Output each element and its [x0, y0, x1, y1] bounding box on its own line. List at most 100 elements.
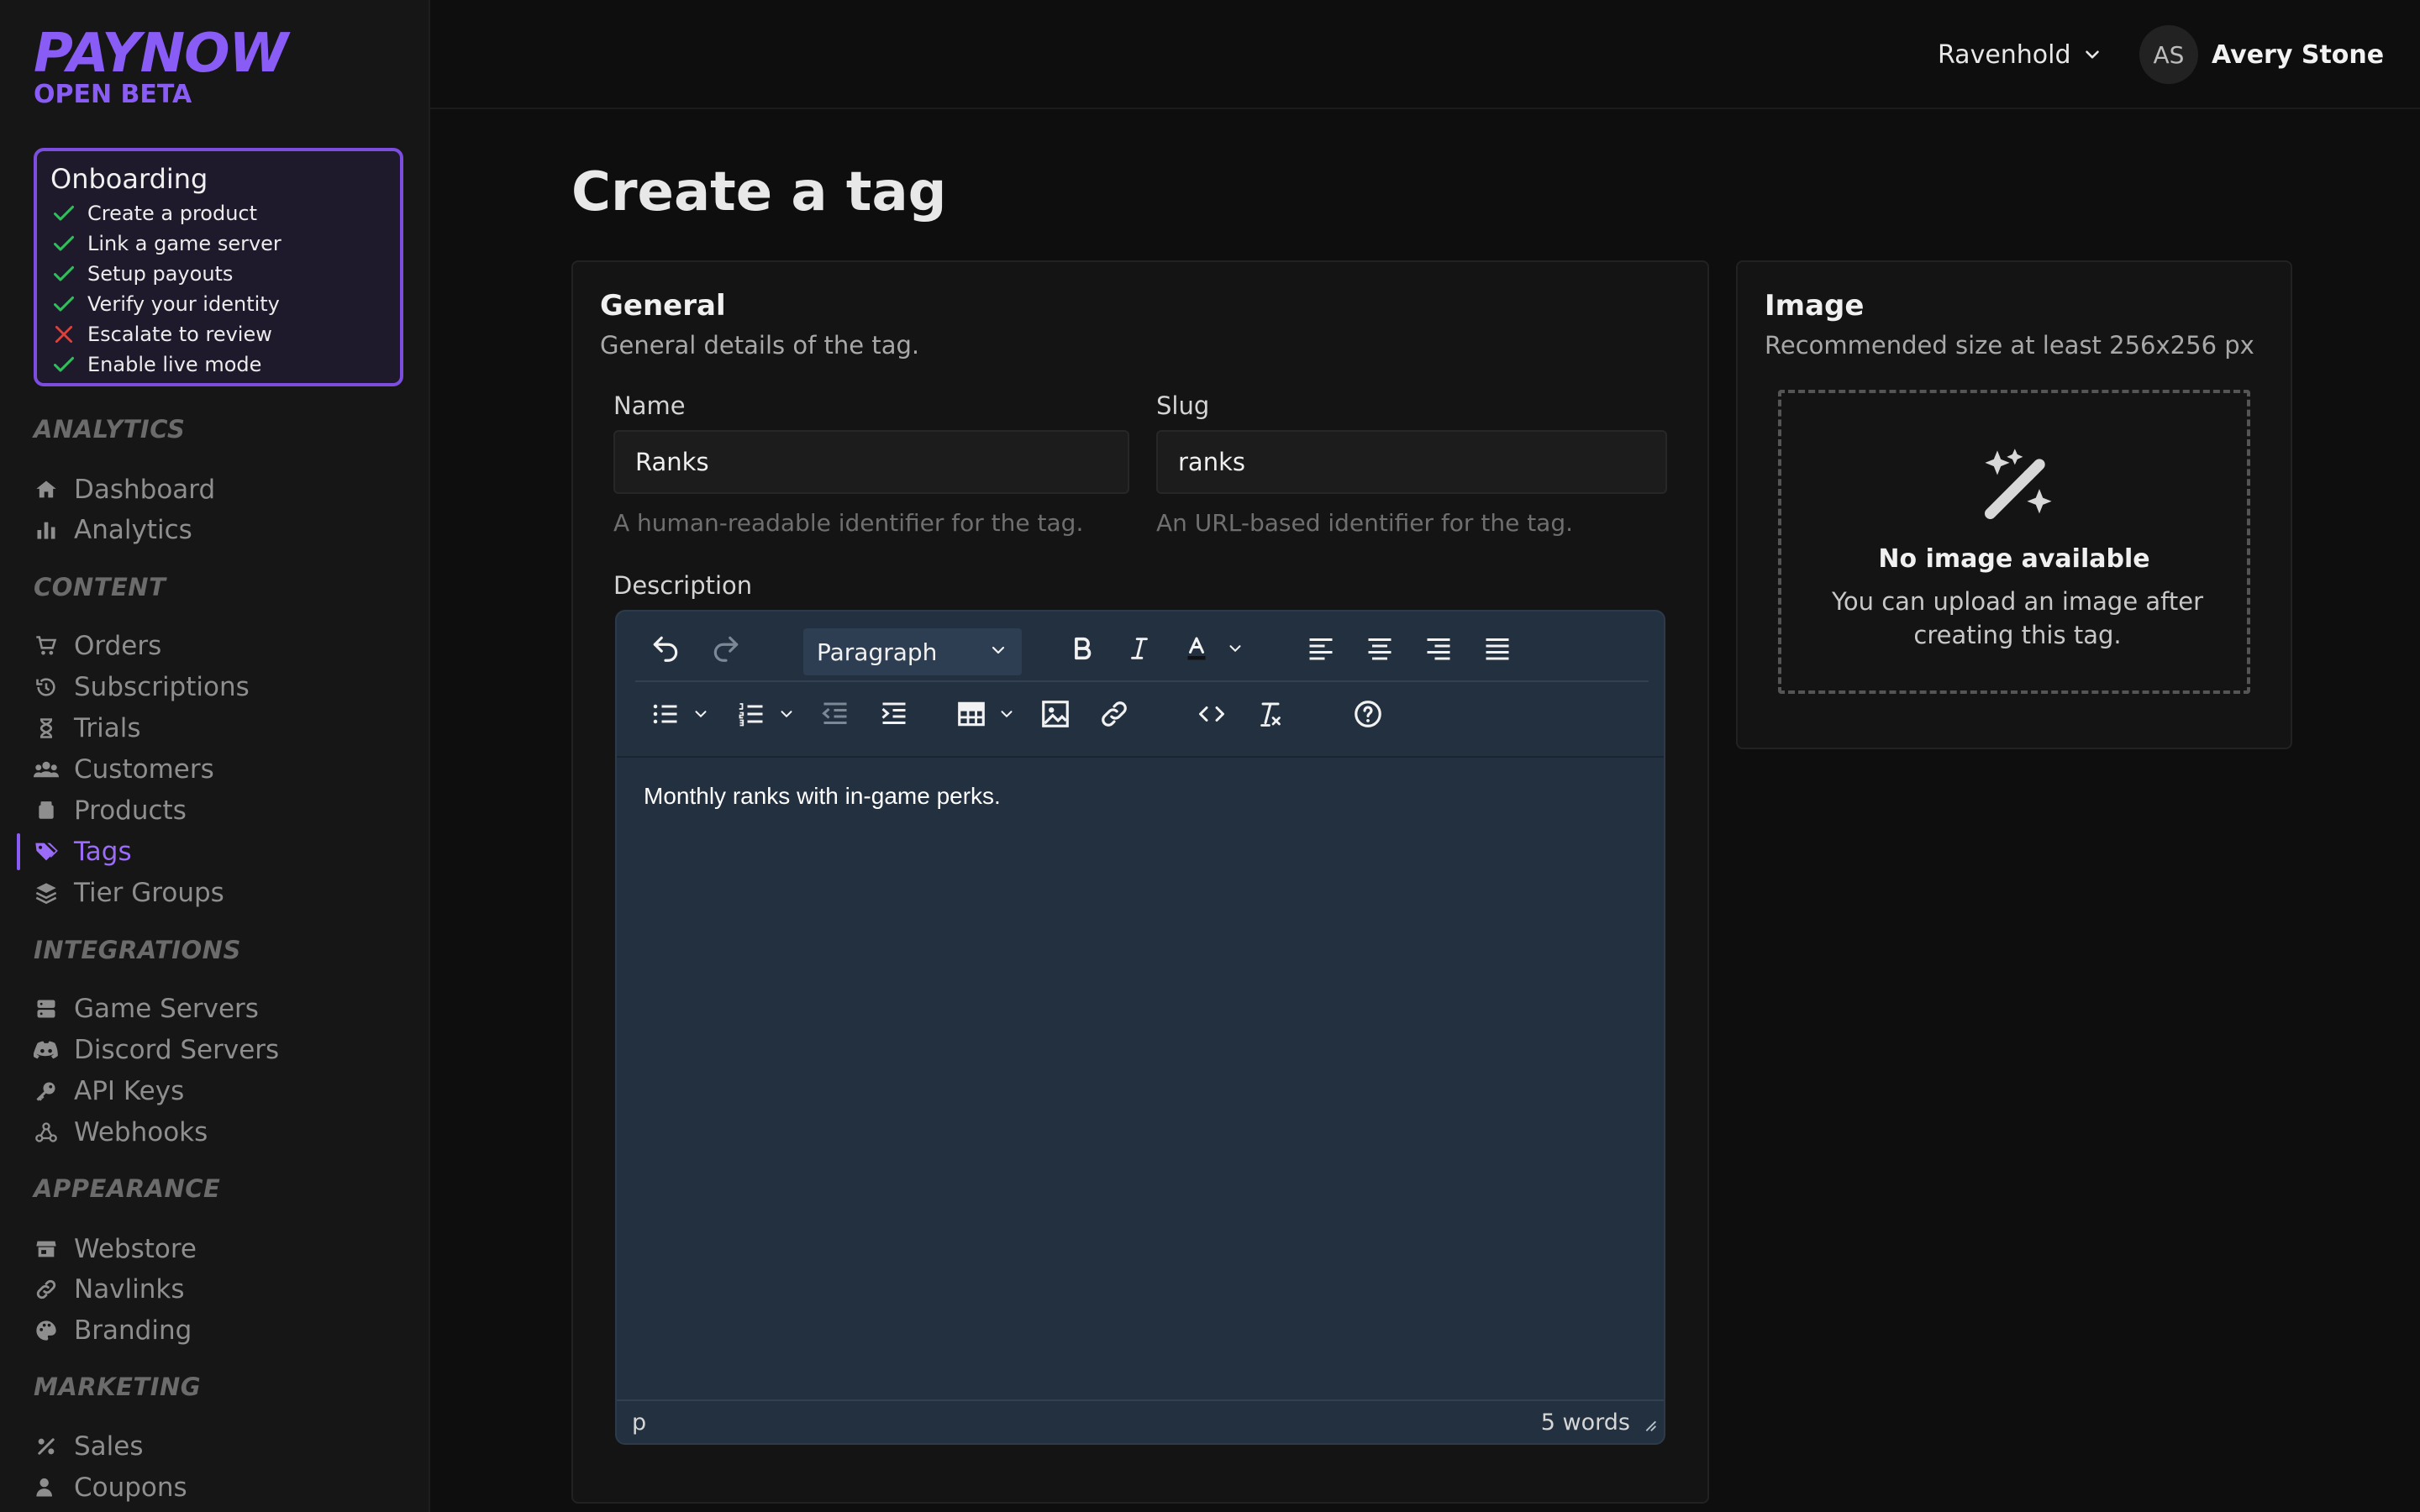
no-image-text: You can upload an image after creating t… — [1831, 587, 2204, 649]
sidebar-item-label: Discord Servers — [74, 1035, 280, 1065]
bullet-list-dropdown[interactable] — [686, 696, 716, 736]
logo[interactable]: PAYNOW OPEN BETA — [34, 23, 288, 109]
sidebar-item-branding[interactable]: Branding — [34, 1312, 192, 1349]
palette-icon — [34, 1318, 59, 1343]
user-name[interactable]: Avery Stone — [2212, 34, 2384, 76]
italic-button[interactable] — [1119, 630, 1160, 670]
sidebar-item-discord-servers[interactable]: Discord Servers — [34, 1032, 279, 1068]
image-subtitle: Recommended size at least 256x256 px — [1765, 331, 2254, 360]
store-icon — [34, 1236, 59, 1262]
magic-wand-icon — [1976, 444, 2060, 531]
sidebar-item-dashboard[interactable]: Dashboard — [34, 471, 215, 508]
sidebar-item-navlinks[interactable]: Navlinks — [34, 1271, 185, 1308]
sidebar-item-orders[interactable]: Orders — [34, 627, 161, 664]
indent-icon — [879, 699, 909, 732]
redo-button[interactable] — [706, 630, 746, 670]
outdent-button[interactable] — [815, 696, 855, 736]
text-color-button[interactable] — [1176, 630, 1217, 670]
align-right-button[interactable] — [1418, 630, 1459, 670]
align-justify-icon — [1482, 633, 1512, 667]
align-left-button[interactable] — [1301, 630, 1341, 670]
sidebar-item-analytics[interactable]: Analytics — [34, 512, 192, 549]
logo-wordmark: PAYNOW — [34, 23, 288, 85]
numbered-list-button[interactable] — [731, 696, 771, 736]
sidebar-item-webstore[interactable]: Webstore — [34, 1231, 197, 1268]
check-icon — [50, 291, 77, 318]
key-icon — [34, 1079, 59, 1104]
link-icon — [34, 1277, 59, 1302]
sidebar-item-api-keys[interactable]: API Keys — [34, 1073, 184, 1110]
sidebar-item-label: Dashboard — [74, 475, 216, 505]
insert-image-button[interactable] — [1035, 696, 1076, 736]
undo-button[interactable] — [645, 630, 686, 670]
sidebar-item-webhooks[interactable]: Webhooks — [34, 1114, 208, 1151]
chevron-down-icon — [997, 705, 1016, 727]
sidebar-item-products[interactable]: Products — [34, 792, 187, 829]
name-input[interactable] — [613, 430, 1129, 494]
element-path[interactable]: p — [632, 1410, 646, 1436]
sidebar-item-label: Branding — [74, 1315, 192, 1346]
sidebar-item-label: Webhooks — [74, 1117, 208, 1147]
cart-icon — [34, 633, 59, 659]
indent-button[interactable] — [874, 696, 914, 736]
align-justify-button[interactable] — [1477, 630, 1518, 670]
insert-link-button[interactable] — [1094, 696, 1134, 736]
sidebar-item-trials[interactable]: Trials — [34, 710, 141, 747]
sidebar-item-customers[interactable]: Customers — [34, 751, 214, 788]
users-icon — [34, 757, 59, 782]
word-count[interactable]: 5 words — [1541, 1410, 1630, 1436]
onboarding-item: Setup payouts — [50, 259, 387, 289]
sidebar-item-game-servers[interactable]: Game Servers — [34, 990, 259, 1027]
sidebar-item-tier-groups[interactable]: Tier Groups — [34, 874, 224, 911]
avatar[interactable]: AS — [2139, 25, 2198, 84]
onboarding-item-label: Create a product — [87, 202, 258, 225]
nav-section-marketing: MARKETING — [34, 1373, 202, 1401]
sidebar-item-label: Trials — [74, 713, 141, 743]
numbered-list-dropdown[interactable] — [771, 696, 802, 736]
sidebar-item-label: Analytics — [74, 515, 192, 545]
rich-text-editor: Paragraph Monthly ranks with in-game per… — [615, 610, 1665, 1445]
logo-badge: OPEN BETA — [34, 80, 192, 109]
block-format-select[interactable]: Paragraph — [803, 628, 1022, 675]
onboarding-title: Onboarding — [50, 163, 208, 195]
check-icon — [50, 351, 77, 378]
check-icon — [50, 260, 77, 287]
store-switcher[interactable]: Ravenhold — [1938, 34, 2103, 76]
clear-format-icon — [1255, 699, 1286, 732]
sidebar-item-tags[interactable]: Tags — [34, 833, 132, 870]
slug-input[interactable] — [1156, 430, 1667, 494]
image-dropzone[interactable]: No image available You can upload an ima… — [1778, 390, 2250, 694]
general-subtitle: General details of the tag. — [600, 331, 920, 360]
bullet-list-button[interactable] — [645, 696, 686, 736]
editor-toolbar-row-2 — [635, 684, 1649, 748]
user-tag-icon — [34, 1475, 59, 1500]
align-right-icon — [1423, 633, 1454, 667]
help-button[interactable] — [1348, 696, 1388, 736]
sidebar-item-label: Coupons — [74, 1473, 187, 1503]
editor-content[interactable]: Monthly ranks with in-game perks. — [644, 783, 1001, 810]
sidebar-item-sales[interactable]: Sales — [34, 1428, 144, 1465]
onboarding-checklist[interactable]: Onboarding Create a product Link a game … — [34, 148, 403, 386]
layers-icon — [34, 880, 59, 906]
cross-icon — [50, 321, 77, 348]
discord-icon — [34, 1037, 59, 1063]
code-button[interactable] — [1192, 696, 1232, 736]
link-icon — [1098, 698, 1130, 733]
nav-section-appearance: APPEARANCE — [34, 1174, 221, 1203]
italic-icon — [1125, 634, 1154, 666]
onboarding-item-label: Enable live mode — [87, 353, 262, 376]
sidebar-item-coupons[interactable]: Coupons — [34, 1469, 187, 1506]
active-indicator — [17, 833, 20, 870]
clear-formatting-button[interactable] — [1250, 696, 1291, 736]
resize-handle-icon[interactable] — [1640, 1414, 1659, 1440]
sidebar-item-label: Sales — [74, 1431, 144, 1462]
onboarding-item: Escalate to review — [50, 319, 387, 349]
table-dropdown[interactable] — [992, 696, 1022, 736]
editor-divider — [617, 756, 1664, 758]
nav-section-integrations: INTEGRATIONS — [34, 936, 241, 964]
sidebar-item-subscriptions[interactable]: Subscriptions — [34, 669, 250, 706]
align-center-button[interactable] — [1360, 630, 1400, 670]
table-button[interactable] — [951, 696, 992, 736]
text-color-dropdown[interactable] — [1220, 630, 1250, 670]
bold-button[interactable] — [1062, 630, 1102, 670]
